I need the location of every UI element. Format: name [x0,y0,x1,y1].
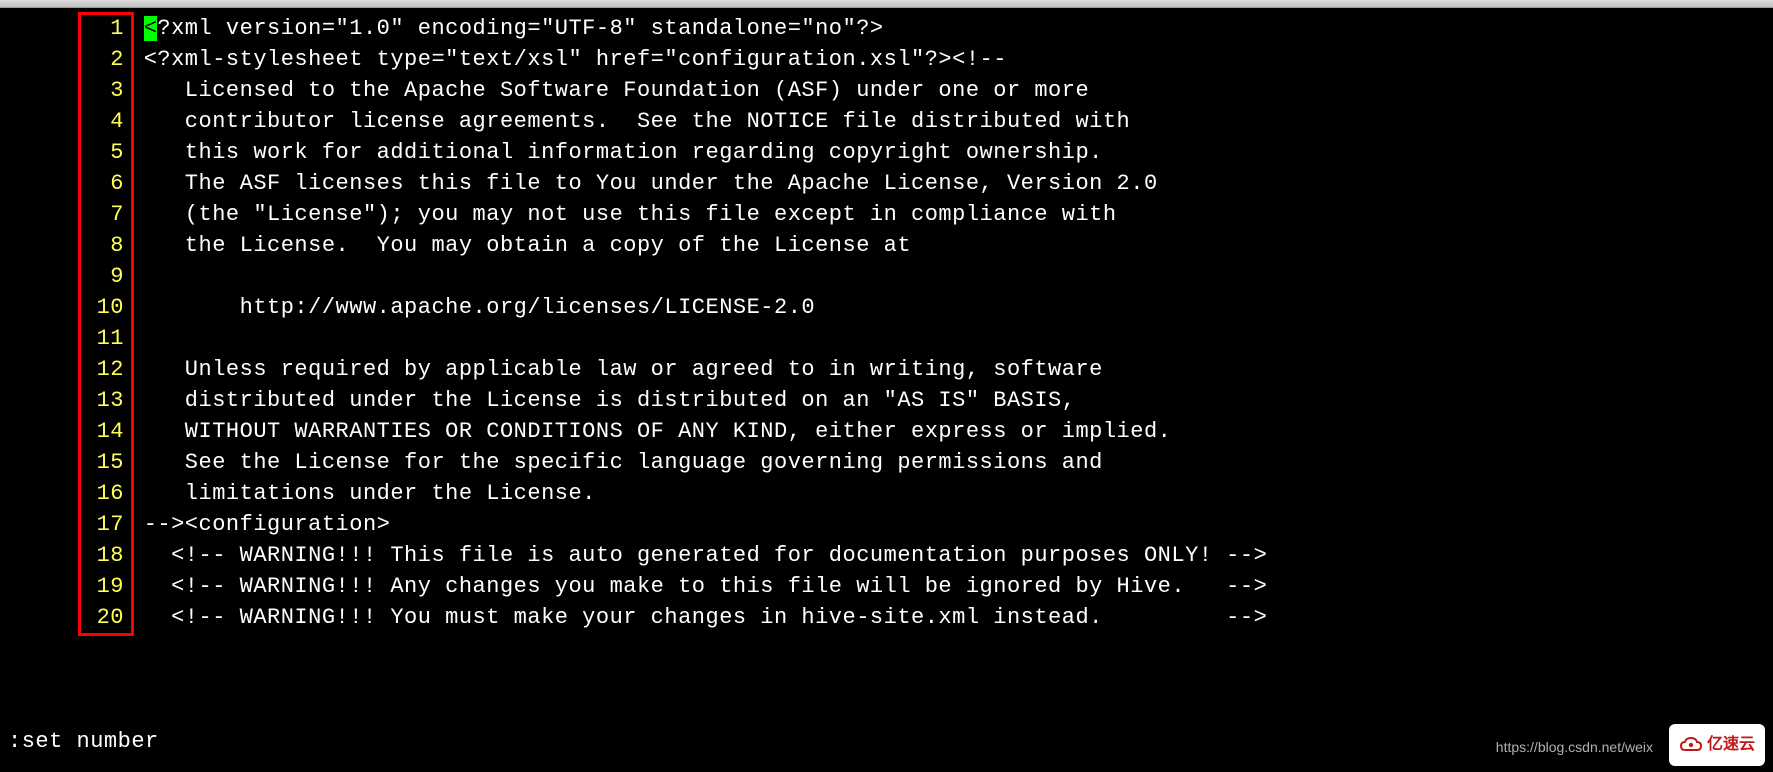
code-text: limitations under the License. [144,479,1773,510]
brand-logo-text: 亿速云 [1707,734,1755,756]
code-text: (the "License"); you may not use this fi… [144,200,1773,231]
line-number: 12 [0,355,130,386]
code-text: distributed under the License is distrib… [144,386,1773,417]
code-line[interactable]: 15 See the License for the specific lang… [0,448,1773,479]
code-text: <!-- WARNING!!! Any changes you make to … [144,572,1773,603]
line-number: 2 [0,45,130,76]
code-text: <!-- WARNING!!! You must make your chang… [144,603,1773,634]
code-line[interactable]: 12 Unless required by applicable law or … [0,355,1773,386]
line-number: 17 [0,510,130,541]
code-text: this work for additional information reg… [144,138,1773,169]
line-number: 3 [0,76,130,107]
line-number: 10 [0,293,130,324]
code-line[interactable]: 5 this work for additional information r… [0,138,1773,169]
line-number: 5 [0,138,130,169]
code-line[interactable]: 16 limitations under the License. [0,479,1773,510]
line-number: 20 [0,603,130,634]
code-text: Unless required by applicable law or agr… [144,355,1773,386]
code-text: contributor license agreements. See the … [144,107,1773,138]
line-number: 16 [0,479,130,510]
code-line[interactable]: 3 Licensed to the Apache Software Founda… [0,76,1773,107]
code-line[interactable]: 14 WITHOUT WARRANTIES OR CONDITIONS OF A… [0,417,1773,448]
line-number: 11 [0,324,130,355]
vim-command-line[interactable]: :set number [8,727,159,758]
line-number: 9 [0,262,130,293]
code-line[interactable]: 10 http://www.apache.org/licenses/LICENS… [0,293,1773,324]
text-cursor: < [144,16,158,41]
code-text: the License. You may obtain a copy of th… [144,231,1773,262]
code-line[interactable]: 13 distributed under the License is dist… [0,386,1773,417]
code-text: <?xml-stylesheet type="text/xsl" href="c… [144,45,1773,76]
line-number: 8 [0,231,130,262]
code-text: See the License for the specific languag… [144,448,1773,479]
code-line[interactable]: 2 <?xml-stylesheet type="text/xsl" href=… [0,45,1773,76]
line-number: 4 [0,107,130,138]
code-line[interactable]: 6 The ASF licenses this file to You unde… [0,169,1773,200]
code-line[interactable]: 9 [0,262,1773,293]
code-line[interactable]: 1 <?xml version="1.0" encoding="UTF-8" s… [0,14,1773,45]
code-text: WITHOUT WARRANTIES OR CONDITIONS OF ANY … [144,417,1773,448]
line-number: 13 [0,386,130,417]
code-line[interactable]: 18 <!-- WARNING!!! This file is auto gen… [0,541,1773,572]
code-text: <?xml version="1.0" encoding="UTF-8" sta… [144,14,1773,45]
code-line[interactable]: 4 contributor license agreements. See th… [0,107,1773,138]
window-titlebar [0,0,1773,8]
line-number: 14 [0,417,130,448]
cloud-icon [1679,736,1703,754]
brand-logo: 亿速云 [1669,724,1765,766]
editor-viewport[interactable]: 1 <?xml version="1.0" encoding="UTF-8" s… [0,8,1773,634]
code-text: <!-- WARNING!!! This file is auto genera… [144,541,1773,572]
line-number: 19 [0,572,130,603]
line-number: 1 [0,14,130,45]
line-number: 15 [0,448,130,479]
code-line[interactable]: 20 <!-- WARNING!!! You must make your ch… [0,603,1773,634]
code-line[interactable]: 8 the License. You may obtain a copy of … [0,231,1773,262]
code-line[interactable]: 7 (the "License"); you may not use this … [0,200,1773,231]
code-text: http://www.apache.org/licenses/LICENSE-2… [144,293,1773,324]
code-text: Licensed to the Apache Software Foundati… [144,76,1773,107]
line-number: 18 [0,541,130,572]
line-number: 7 [0,200,130,231]
code-text: The ASF licenses this file to You under … [144,169,1773,200]
code-line[interactable]: 19 <!-- WARNING!!! Any changes you make … [0,572,1773,603]
code-line[interactable]: 11 [0,324,1773,355]
line-number: 6 [0,169,130,200]
source-watermark: https://blog.csdn.net/weix [1496,738,1653,758]
code-line[interactable]: 17 --><configuration> [0,510,1773,541]
code-text: --><configuration> [144,510,1773,541]
